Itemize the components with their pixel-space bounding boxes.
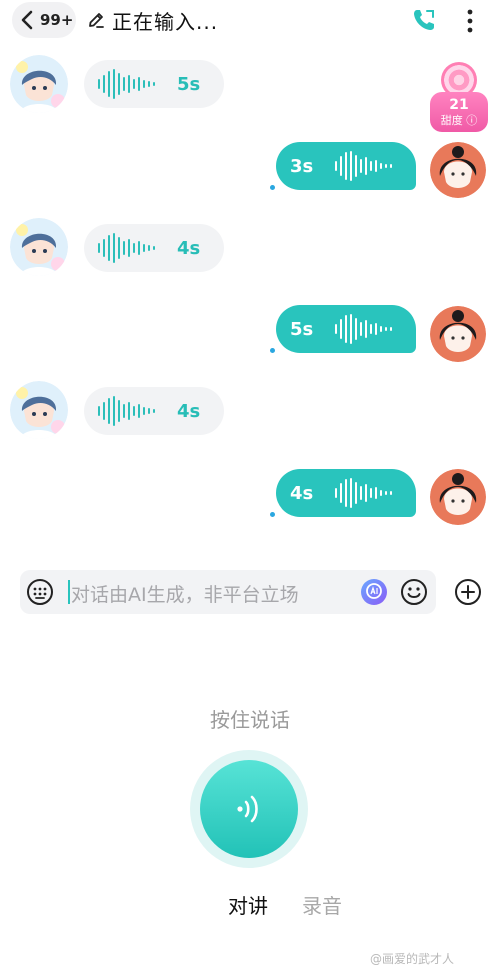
- more-options-icon[interactable]: [458, 8, 482, 34]
- watermark: @画爱的武才人: [370, 952, 455, 966]
- sweetness-badge[interactable]: 21 甜度 ⓘ: [430, 62, 488, 134]
- user-avatar[interactable]: [430, 142, 486, 198]
- sound-wave-icon: [237, 795, 258, 823]
- text-cursor: [68, 580, 70, 604]
- typing-status-title: 正在输入...: [112, 10, 219, 34]
- user-avatar[interactable]: [430, 469, 486, 525]
- character-avatar[interactable]: [10, 381, 68, 439]
- unread-count: 99+: [40, 11, 74, 29]
- voice-duration: 5s: [177, 73, 201, 95]
- voice-message-outgoing[interactable]: 5s: [276, 305, 416, 353]
- mode-tab-talk[interactable]: 对讲: [228, 890, 268, 919]
- top-bar: 99+ 正在输入...: [0, 0, 500, 42]
- voice-duration: 4s: [177, 400, 201, 422]
- sweetness-label: 甜度: [440, 114, 463, 127]
- message-input-bar: 对话由AI生成，非平台立场: [20, 570, 436, 614]
- waveform-icon: [335, 314, 393, 344]
- ai-assist-icon[interactable]: [360, 578, 388, 606]
- plus-icon[interactable]: [454, 578, 482, 606]
- mode-tab-record[interactable]: 录音: [302, 890, 342, 919]
- waveform-icon: [335, 478, 393, 508]
- pencil-icon: [89, 13, 104, 28]
- voice-duration: 5s: [290, 318, 314, 340]
- user-avatar[interactable]: [430, 306, 486, 362]
- emoji-icon[interactable]: [400, 578, 428, 606]
- sweetness-value: 21: [449, 97, 469, 113]
- keyboard-icon[interactable]: [26, 578, 54, 606]
- message-input[interactable]: 对话由AI生成，非平台立场: [71, 580, 299, 607]
- voice-duration: 4s: [290, 482, 314, 504]
- unread-dot: [270, 512, 275, 517]
- waveform-icon: [98, 396, 155, 426]
- character-avatar[interactable]: [10, 55, 68, 113]
- phone-call-icon[interactable]: [410, 6, 438, 34]
- voice-message-incoming[interactable]: 5s: [84, 60, 224, 108]
- voice-message-incoming[interactable]: 4s: [84, 224, 224, 272]
- character-avatar[interactable]: [10, 218, 68, 276]
- unread-dot: [270, 185, 275, 190]
- hold-to-talk-button[interactable]: [200, 760, 298, 858]
- back-button[interactable]: 99+: [12, 2, 76, 38]
- waveform-icon: [98, 69, 155, 99]
- waveform-icon: [98, 233, 155, 263]
- voice-message-outgoing[interactable]: 3s: [276, 142, 416, 190]
- hold-to-talk-hint: 按住说话: [210, 708, 290, 732]
- chevron-left-icon: [21, 10, 33, 30]
- voice-duration: 4s: [177, 237, 201, 259]
- voice-message-outgoing[interactable]: 4s: [276, 469, 416, 517]
- voice-message-incoming[interactable]: 4s: [84, 387, 224, 435]
- unread-dot: [270, 348, 275, 353]
- voice-duration: 3s: [290, 155, 314, 177]
- waveform-icon: [335, 151, 393, 181]
